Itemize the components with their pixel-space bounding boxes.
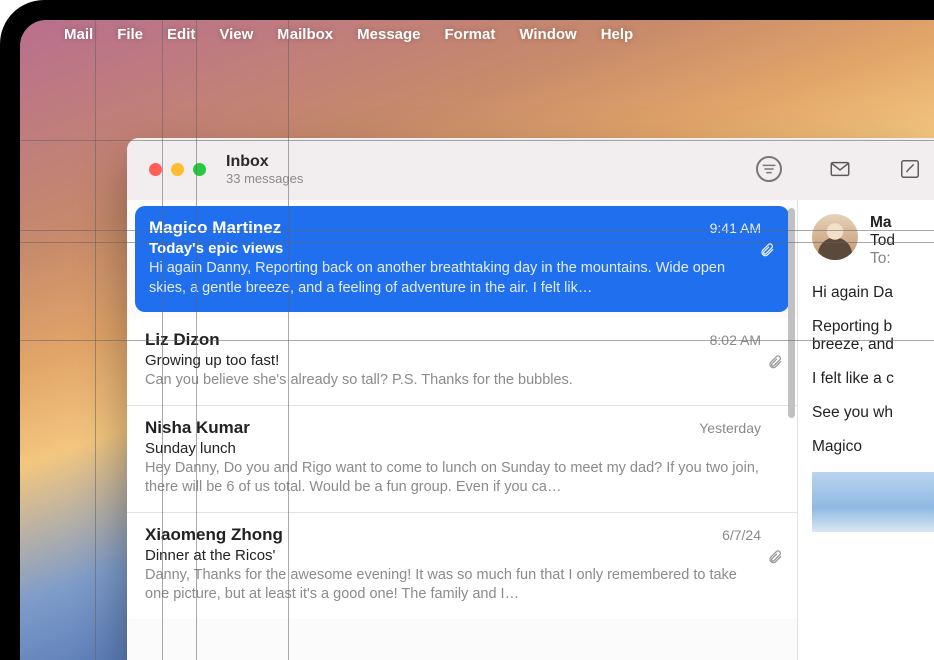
compose-icon[interactable] bbox=[898, 157, 922, 181]
reader-paragraph: See you wh bbox=[812, 404, 934, 422]
menu-file[interactable]: File bbox=[117, 26, 143, 43]
close-window-button[interactable] bbox=[149, 163, 162, 176]
reader-paragraph: I felt like a c bbox=[812, 370, 934, 388]
message-list: Magico Martinez 9:41 AM Today's epic vie… bbox=[127, 200, 797, 660]
message-date: 8:02 AM bbox=[710, 332, 761, 348]
minimize-window-button[interactable] bbox=[171, 163, 184, 176]
message-from: Xiaomeng Zhong bbox=[145, 525, 283, 545]
message-subject: Sunday lunch bbox=[145, 440, 761, 457]
message-preview: Hey Danny, Do you and Rigo want to come … bbox=[145, 459, 761, 498]
reader-paragraph: Hi again Da bbox=[812, 284, 934, 302]
message-preview: Hi again Danny, Reporting back on anothe… bbox=[149, 259, 761, 298]
scrollbar[interactable] bbox=[788, 208, 795, 418]
menu-format[interactable]: Format bbox=[445, 26, 496, 43]
message-row[interactable]: Nisha Kumar Yesterday Sunday lunch Hey D… bbox=[127, 406, 797, 513]
message-date: 6/7/24 bbox=[722, 527, 761, 543]
attachment-icon bbox=[759, 242, 775, 263]
attachment-icon bbox=[767, 354, 783, 375]
menu-mailbox[interactable]: Mailbox bbox=[277, 26, 333, 43]
message-preview: Can you believe she's already so tall? P… bbox=[145, 371, 761, 391]
filter-icon[interactable] bbox=[756, 156, 782, 182]
reader-paragraph: Reporting b breeze, and bbox=[812, 318, 934, 354]
message-date: Yesterday bbox=[699, 420, 761, 436]
message-from: Nisha Kumar bbox=[145, 418, 250, 438]
menu-help[interactable]: Help bbox=[601, 26, 634, 43]
envelope-icon[interactable] bbox=[828, 157, 852, 181]
reader-from: Ma bbox=[870, 214, 895, 232]
mail-window: Inbox 33 messages bbox=[127, 138, 934, 660]
attachment-icon bbox=[767, 549, 783, 570]
menu-app[interactable]: Mail bbox=[64, 26, 93, 43]
avatar bbox=[812, 214, 858, 260]
reader-paragraph: Magico bbox=[812, 438, 934, 456]
inline-image bbox=[812, 472, 934, 532]
window-controls bbox=[149, 163, 206, 176]
mailbox-title: Inbox bbox=[226, 152, 303, 171]
message-date: 9:41 AM bbox=[710, 220, 761, 236]
reading-pane: Ma Tod To: Hi again Da Reporting b breez… bbox=[797, 200, 934, 660]
menu-edit[interactable]: Edit bbox=[167, 26, 195, 43]
menu-view[interactable]: View bbox=[219, 26, 253, 43]
message-row[interactable]: Liz Dizon 8:02 AM Growing up too fast! C… bbox=[127, 318, 797, 406]
menu-window[interactable]: Window bbox=[519, 26, 576, 43]
reader-to-label: To: bbox=[870, 250, 895, 268]
message-subject: Growing up too fast! bbox=[145, 352, 761, 369]
guide-line bbox=[95, 20, 96, 660]
fullscreen-window-button[interactable] bbox=[193, 163, 206, 176]
message-subject: Dinner at the Ricos' bbox=[145, 547, 761, 564]
menubar: Mail File Edit View Mailbox Message Form… bbox=[20, 20, 934, 49]
message-preview: Danny, Thanks for the awesome evening! I… bbox=[145, 566, 761, 605]
message-subject: Today's epic views bbox=[149, 240, 761, 257]
reader-subject: Tod bbox=[870, 232, 895, 250]
message-row[interactable]: Magico Martinez 9:41 AM Today's epic vie… bbox=[135, 206, 789, 312]
menu-message[interactable]: Message bbox=[357, 26, 420, 43]
message-row[interactable]: Xiaomeng Zhong 6/7/24 Dinner at the Rico… bbox=[127, 513, 797, 619]
mailbox-subtitle: 33 messages bbox=[226, 171, 303, 187]
message-from: Magico Martinez bbox=[149, 218, 281, 238]
toolbar: Inbox 33 messages bbox=[127, 138, 934, 200]
message-from: Liz Dizon bbox=[145, 330, 220, 350]
